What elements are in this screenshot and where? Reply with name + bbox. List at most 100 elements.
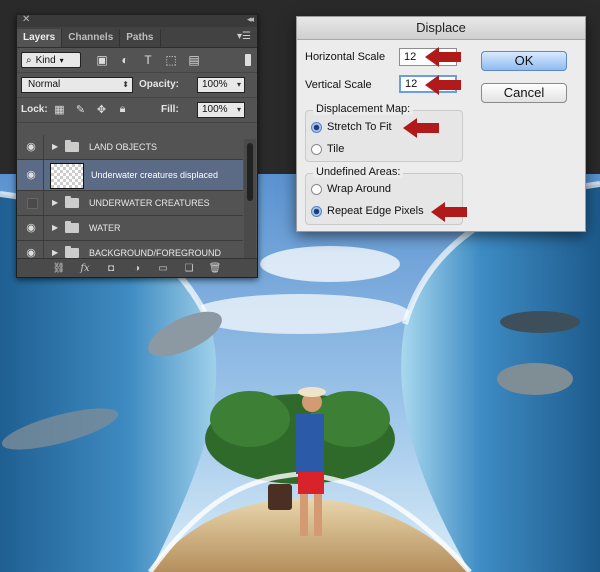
chevron-down-icon[interactable]: ▾ xyxy=(237,103,241,117)
scrollbar-thumb[interactable] xyxy=(247,143,253,201)
disclosure-triangle-icon[interactable]: ▶ xyxy=(52,198,58,207)
fx-icon[interactable]: fx xyxy=(78,262,92,274)
fill-field[interactable]: 100% ▾ xyxy=(197,102,245,118)
cancel-button[interactable]: Cancel xyxy=(481,83,567,103)
radio-repeat-edge-pixels[interactable]: Repeat Edge Pixels xyxy=(311,205,424,217)
disclosure-triangle-icon[interactable]: ▶ xyxy=(52,223,58,232)
disclosure-triangle-icon[interactable]: ▶ xyxy=(52,142,58,151)
layer-row-land-objects[interactable]: ◉ ▶ LAND OBJECTS xyxy=(17,135,243,160)
radio-button[interactable] xyxy=(311,121,322,133)
red-arrow-icon xyxy=(403,118,439,138)
radio-wrap-around[interactable]: Wrap Around xyxy=(311,183,391,195)
filter-toggle-switch[interactable] xyxy=(245,54,251,66)
layer-row-underwater-creatures[interactable]: ▶ UNDERWATER CREATURES xyxy=(17,191,243,216)
filter-icons: ▣ ◐ T ⬚ ▤ xyxy=(95,53,201,67)
undefined-areas-legend: Undefined Areas: xyxy=(313,166,404,178)
displace-dialog: Displace Horizontal Scale 12 Vertical Sc… xyxy=(296,16,586,232)
visibility-toggle-off[interactable] xyxy=(27,198,38,209)
layers-scrollbar[interactable] xyxy=(244,139,256,259)
layers-panel-footer: ⛓ fx ◘ ◑ ▭ ❏ 🗑︎ xyxy=(17,258,257,277)
chevron-down-icon[interactable]: ▾ xyxy=(237,78,241,92)
folder-icon xyxy=(65,196,79,208)
radio-tile[interactable]: Tile xyxy=(311,143,344,155)
folder-icon xyxy=(65,140,79,152)
dialog-title[interactable]: Displace xyxy=(297,17,585,40)
divider xyxy=(43,191,44,215)
disclosure-triangle-icon[interactable]: ▶ xyxy=(52,248,58,257)
red-arrow-icon xyxy=(431,202,467,222)
mask-icon[interactable]: ◘ xyxy=(104,262,118,274)
radio-label: Wrap Around xyxy=(327,183,392,195)
vertical-scale-label: Vertical Scale xyxy=(305,79,372,91)
radio-label: Tile xyxy=(327,143,345,155)
double-chevron-icon[interactable]: ◂◂ xyxy=(247,14,254,25)
ok-button[interactable]: OK xyxy=(481,51,567,71)
kind-filter-select[interactable]: ⌕ Kind ▾ xyxy=(21,52,81,68)
red-arrow-icon xyxy=(425,75,461,95)
layer-name: UNDERWATER CREATURES xyxy=(89,198,210,208)
opacity-label: Opacity: xyxy=(139,79,180,90)
fill-label: Fill: xyxy=(161,104,179,115)
layer-name: Underwater creatures displaced xyxy=(91,170,219,180)
image-filter-icon[interactable]: ▣ xyxy=(95,53,109,67)
eye-icon[interactable]: ◉ xyxy=(25,170,37,181)
displacement-map-legend: Displacement Map: xyxy=(313,103,414,115)
shape-filter-icon[interactable]: ⬚ xyxy=(164,53,178,67)
kind-filter-label: Kind xyxy=(35,54,56,66)
layer-row-underwater-creatures-displaced[interactable]: ◉ Underwater creatures displaced xyxy=(17,160,243,191)
lock-move-icon[interactable]: ✥ xyxy=(95,103,108,116)
layer-name: LAND OBJECTS xyxy=(89,142,158,152)
link-icon[interactable]: ⛓ xyxy=(52,262,66,274)
fill-value: 100% xyxy=(202,104,228,115)
layer-thumbnail xyxy=(50,163,84,189)
chevron-down-icon: ▾ xyxy=(59,55,64,65)
radio-button[interactable] xyxy=(311,205,322,217)
new-layer-icon[interactable]: ❏ xyxy=(182,262,196,274)
lock-label: Lock: xyxy=(21,104,48,115)
tab-paths[interactable]: Paths xyxy=(120,29,161,47)
horizontal-scale-label: Horizontal Scale xyxy=(305,51,386,63)
blend-mode-value: Normal xyxy=(28,79,61,90)
radio-label: Stretch To Fit xyxy=(327,121,392,133)
divider xyxy=(43,135,44,159)
radio-label: Repeat Edge Pixels xyxy=(327,205,424,217)
adjustment-icon[interactable]: ◑ xyxy=(130,262,144,274)
eye-icon[interactable]: ◉ xyxy=(25,223,37,234)
layer-name: BACKGROUND/FOREGROUND xyxy=(89,248,222,258)
search-icon: ⌕ xyxy=(26,54,32,66)
lock-icons: ▦ ✎ ✥ 🔒︎ xyxy=(53,103,129,116)
layers-panel: ✕ ◂◂ Layers Channels Paths ▾☰ ⌕ Kind ▾ ▣… xyxy=(16,14,258,278)
folder-icon xyxy=(65,221,79,233)
adjustment-filter-icon[interactable]: ◐ xyxy=(118,53,132,67)
layer-row-water[interactable]: ◉ ▶ WATER xyxy=(17,216,243,241)
eye-icon[interactable]: ◉ xyxy=(25,248,37,259)
close-icon[interactable]: ✕ xyxy=(22,14,30,25)
layer-name: WATER xyxy=(89,223,121,233)
smart-object-filter-icon[interactable]: ▤ xyxy=(187,53,201,67)
lock-brush-icon[interactable]: ✎ xyxy=(74,103,87,116)
tab-layers[interactable]: Layers xyxy=(17,29,63,47)
radio-stretch-to-fit[interactable]: Stretch To Fit xyxy=(311,121,392,133)
opacity-value: 100% xyxy=(202,79,228,90)
opacity-field[interactable]: 100% ▾ xyxy=(197,77,245,93)
radio-button[interactable] xyxy=(311,143,322,155)
filter-row: ⌕ Kind ▾ ▣ ◐ T ⬚ ▤ xyxy=(17,48,257,73)
lock-transparent-icon[interactable]: ▦ xyxy=(53,103,66,116)
panel-menu-icon[interactable]: ▾☰ xyxy=(237,31,251,42)
layers-panel-titlebar[interactable]: ✕ ◂◂ xyxy=(17,14,257,27)
folder-icon xyxy=(65,246,79,258)
radio-button[interactable] xyxy=(311,183,322,195)
layers-panel-tabs: Layers Channels Paths ▾☰ xyxy=(17,27,257,48)
trash-icon[interactable]: 🗑︎ xyxy=(208,262,222,274)
type-filter-icon[interactable]: T xyxy=(141,53,155,67)
lock-row: Lock: ▦ ✎ ✥ 🔒︎ Fill: 100% ▾ xyxy=(17,98,257,123)
eye-icon[interactable]: ◉ xyxy=(25,142,37,153)
chevron-down-icon: ⬍ xyxy=(122,80,129,89)
blend-mode-select[interactable]: Normal ⬍ xyxy=(21,77,133,93)
lock-all-icon[interactable]: 🔒︎ xyxy=(116,103,129,116)
tab-channels[interactable]: Channels xyxy=(62,29,121,47)
folder-icon[interactable]: ▭ xyxy=(156,262,170,274)
blend-row: Normal ⬍ Opacity: 100% ▾ xyxy=(17,73,257,98)
divider xyxy=(43,160,44,190)
red-arrow-icon xyxy=(425,47,461,67)
